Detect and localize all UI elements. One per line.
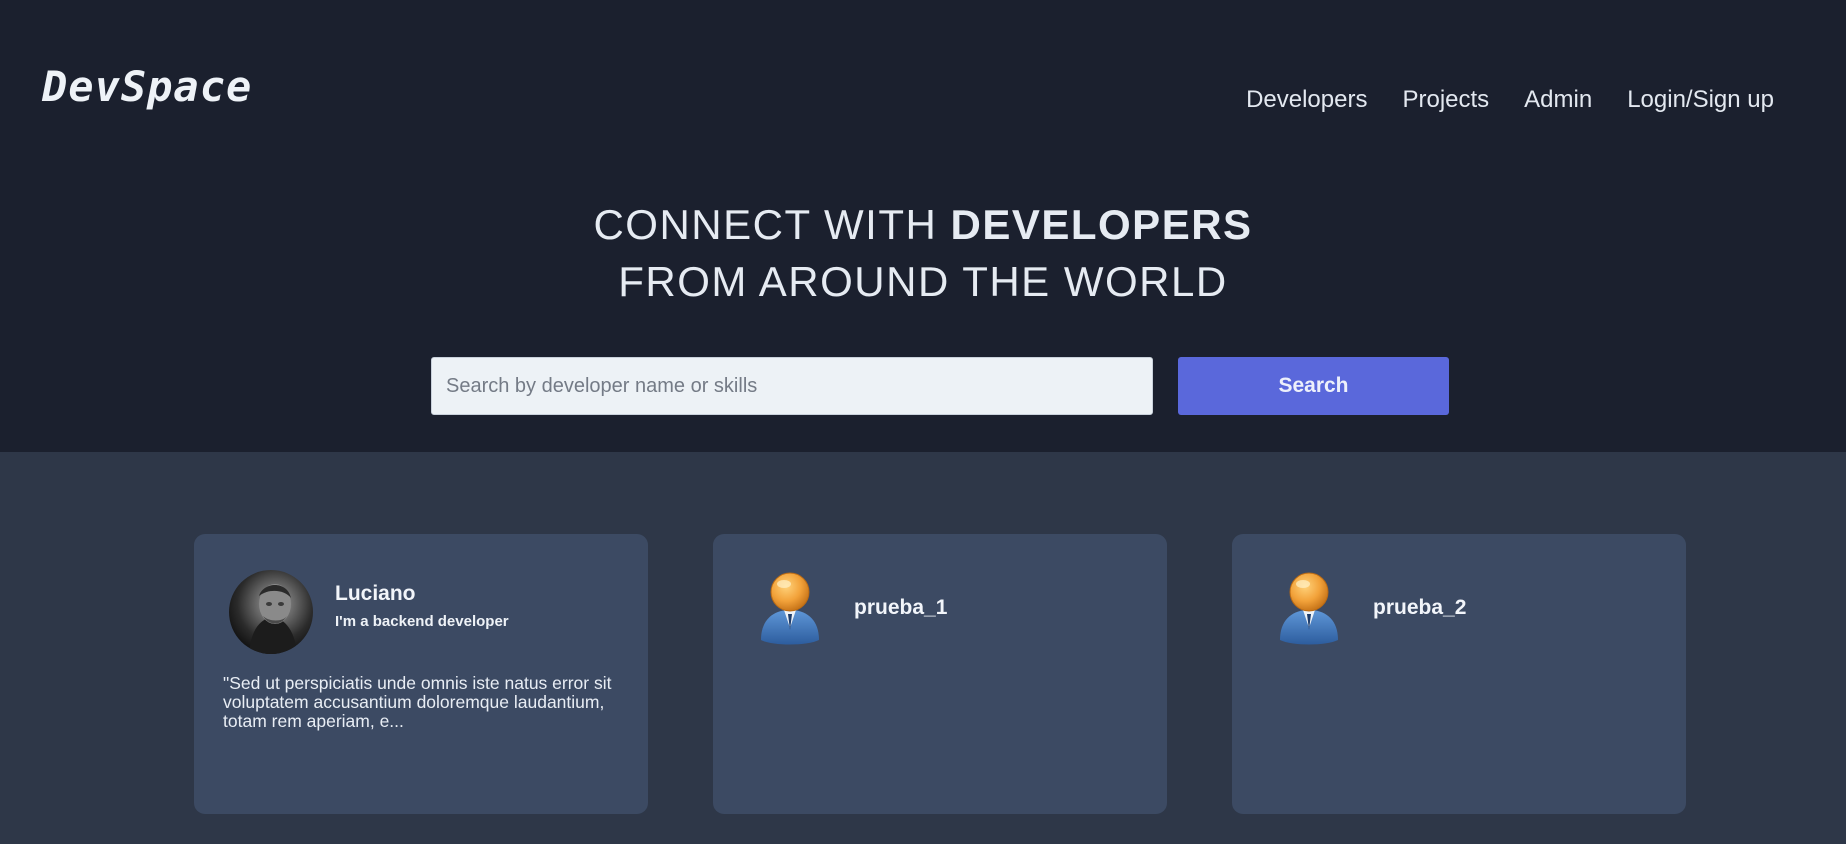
developer-name: prueba_2: [1373, 596, 1467, 619]
default-user-icon: [757, 570, 823, 646]
developer-bio: "Sed ut perspiciatis unde omnis iste nat…: [223, 673, 612, 731]
search-input[interactable]: [431, 357, 1153, 415]
main-nav: Developers Projects Admin Login/Sign up: [1246, 86, 1774, 114]
headline-line2: FROM AROUND THE WORLD: [618, 258, 1228, 305]
search-button[interactable]: Search: [1178, 357, 1449, 415]
developer-tagline: I'm a backend developer: [335, 613, 509, 630]
nav-developers[interactable]: Developers: [1246, 86, 1367, 114]
nav-admin[interactable]: Admin: [1524, 86, 1592, 114]
developer-card[interactable]: Luciano I'm a backend developer "Sed ut …: [194, 534, 648, 814]
nav-projects[interactable]: Projects: [1402, 86, 1489, 114]
site-logo[interactable]: DevSpace: [42, 62, 252, 111]
hero-headline: CONNECT WITH DEVELOPERS FROM AROUND THE …: [0, 196, 1846, 310]
developer-card[interactable]: prueba_2: [1232, 534, 1686, 814]
developer-name: prueba_1: [854, 596, 948, 619]
developer-card[interactable]: prueba_1: [713, 534, 1167, 814]
developer-name: Luciano: [335, 582, 416, 605]
headline-line1-bold: DEVELOPERS: [950, 201, 1253, 248]
profile-photo-icon: [249, 584, 297, 654]
nav-login-signup[interactable]: Login/Sign up: [1627, 86, 1774, 114]
default-user-icon: [1276, 570, 1342, 646]
avatar: [229, 570, 313, 654]
developer-list: Luciano I'm a backend developer "Sed ut …: [194, 534, 1686, 814]
headline-line1-prefix: CONNECT WITH: [593, 201, 951, 248]
hero-section: DevSpace Developers Projects Admin Login…: [0, 0, 1846, 452]
